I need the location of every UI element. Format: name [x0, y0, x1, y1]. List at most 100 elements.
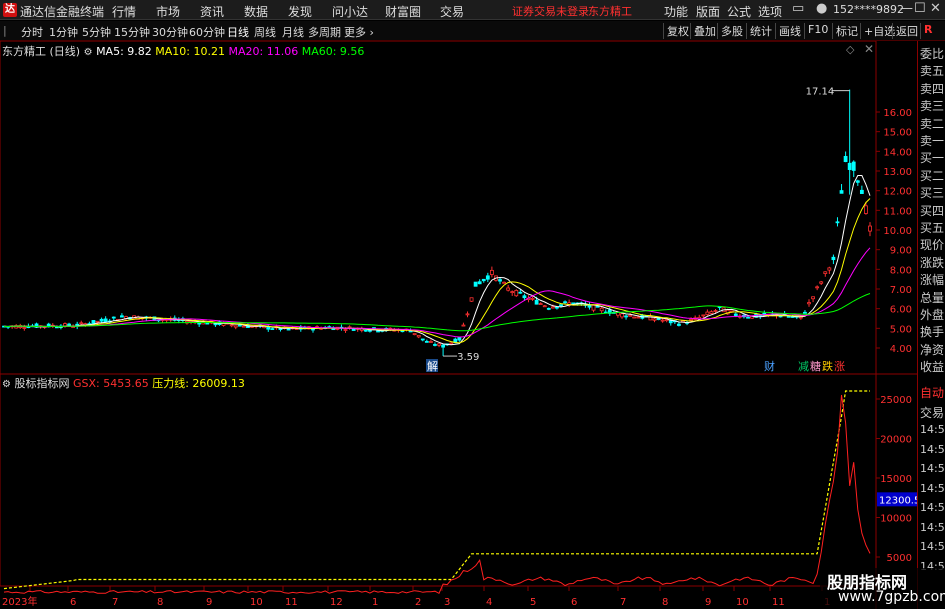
period-tab-bar: | 分时 1分钟 5分钟 15分钟 30分钟 60分钟 日线 周线 月线 多周期… — [0, 21, 945, 41]
tab-period-monthly[interactable]: 月线 — [282, 24, 304, 40]
menu-item-trade[interactable]: 交易 — [440, 3, 464, 20]
restore-icon[interactable]: ▭ — [792, 1, 804, 16]
overlay-button[interactable]: 叠加 — [690, 23, 716, 39]
f10-button[interactable]: F10 — [804, 23, 828, 39]
candle-body — [510, 291, 515, 294]
account-id[interactable]: 152****9892 — [833, 3, 904, 16]
candle-body — [103, 318, 108, 323]
kline-chart[interactable]: 16.0015.0014.0013.0012.0011.0010.009.008… — [0, 41, 917, 609]
user-icon[interactable]: ● — [816, 1, 827, 16]
price-tick-label: 16.00 — [883, 108, 912, 119]
candle-body — [542, 305, 547, 308]
menu-item-options[interactable]: 选项 — [758, 3, 782, 20]
quote-label: 卖三 — [920, 99, 945, 114]
pledge-marker[interactable]: 糖 — [810, 359, 821, 373]
menu-item-news[interactable]: 资讯 — [200, 3, 224, 20]
price-tick-label: 14.00 — [883, 147, 912, 158]
tab-period-daily[interactable]: 日线 — [227, 24, 249, 40]
auto-trade-tab[interactable]: 自动 — [920, 384, 944, 401]
back-button[interactable]: 返回 — [892, 23, 918, 39]
unlock-marker[interactable]: 解 — [427, 359, 438, 373]
candle-body — [746, 316, 750, 319]
quote-label: 净资 — [920, 342, 945, 357]
plot-frame — [0, 41, 877, 587]
tab-period-5min[interactable]: 5分钟 — [82, 24, 111, 40]
tab-period-more[interactable]: 更多 › — [344, 24, 374, 40]
tick-time: 14:56 — [920, 501, 945, 514]
candle-body — [465, 313, 470, 316]
candle-body — [628, 314, 633, 317]
candle-body — [859, 189, 864, 194]
price-tick-label: 6.00 — [890, 305, 912, 316]
quote-label: 买五 — [920, 221, 945, 235]
menu-item-ask[interactable]: 问小达 — [332, 3, 368, 20]
candle-body — [518, 291, 523, 294]
x-tick-label: 6 — [571, 597, 577, 608]
candle-body — [522, 295, 527, 299]
tab-period-weekly[interactable]: 周线 — [254, 24, 276, 40]
tab-period-1min[interactable]: 1分钟 — [49, 24, 78, 40]
tab-period-multi[interactable]: 多周期 — [308, 24, 341, 40]
candle-body — [437, 343, 441, 346]
candle-body — [807, 302, 811, 305]
candle-body — [636, 316, 641, 319]
candle-body — [368, 329, 372, 332]
tab-period-60min[interactable]: 60分钟 — [189, 24, 225, 40]
rise-marker[interactable]: 涨 — [834, 360, 845, 373]
maximize-icon[interactable]: ☐ — [914, 1, 926, 16]
menu-item-markets[interactable]: 市场 — [156, 3, 180, 20]
candle-body — [457, 337, 462, 341]
candle-body — [864, 205, 868, 214]
draw-line-button[interactable]: 画线 — [775, 23, 801, 39]
candle-body — [550, 306, 555, 309]
drop-marker[interactable]: 跌 — [822, 359, 833, 373]
watermark: 股朋指标网 www.7gpzb.com — [820, 568, 945, 609]
candle-body — [664, 319, 669, 322]
statistics-button[interactable]: 统计 — [746, 23, 772, 39]
indicator-tick-label: 20000 — [880, 435, 912, 446]
app-logo-icon: 达 — [3, 3, 17, 17]
tab-period-15min[interactable]: 15分钟 — [114, 24, 150, 40]
menu-item-market[interactable]: 行情 — [112, 3, 136, 20]
indicator-tick-label: 10000 — [880, 514, 912, 525]
candle-body — [477, 281, 482, 285]
high-price-label: 17.14 — [806, 87, 835, 98]
candle-body — [599, 307, 604, 312]
quote-label: 总量 — [920, 290, 945, 305]
candle-body — [351, 328, 356, 331]
candle-body — [412, 333, 417, 336]
candle-body — [648, 315, 653, 321]
mark-button[interactable]: 标记 — [832, 23, 858, 39]
watermark-url: www.7gpzb.com — [838, 589, 945, 605]
menu-item-function[interactable]: 功能 — [664, 3, 688, 20]
finance-marker[interactable]: 财 — [764, 359, 775, 373]
menu-item-layout[interactable]: 版面 — [696, 3, 720, 20]
close-icon[interactable]: ✕ — [930, 1, 941, 16]
candle-body — [851, 161, 856, 171]
x-tick-label: 8 — [157, 597, 163, 608]
menu-item-formula[interactable]: 公式 — [727, 3, 751, 20]
login-notice[interactable]: 证券交易未登录 — [512, 3, 589, 19]
adjust-button[interactable]: 复权 — [663, 23, 689, 39]
multi-stock-button[interactable]: 多股 — [717, 23, 743, 39]
tab-period-intraday[interactable]: 分时 — [21, 24, 43, 40]
x-tick-label: 5 — [530, 597, 536, 608]
trade-tab[interactable]: 交易 — [920, 404, 944, 421]
tab-period-30min[interactable]: 30分钟 — [152, 24, 188, 40]
candle-body — [489, 269, 494, 275]
menu-item-wealth[interactable]: 财富圈 — [385, 3, 421, 20]
candle-body — [469, 297, 474, 302]
candle-body — [839, 190, 844, 194]
right-panel-toggle-button[interactable]: R — [920, 23, 932, 39]
add-watchlist-button[interactable]: +自选 — [860, 23, 895, 39]
candle-body — [376, 330, 380, 333]
candle-body — [555, 306, 559, 309]
minimize-icon[interactable]: — — [900, 1, 913, 16]
candle-body — [461, 324, 466, 327]
menu-item-data[interactable]: 数据 — [244, 3, 268, 20]
x-tick-label: 9 — [206, 597, 212, 608]
x-tick-label: 8 — [662, 597, 668, 608]
reduce-marker[interactable]: 减 — [798, 360, 809, 373]
candle-body — [705, 311, 710, 315]
menu-item-discover[interactable]: 发现 — [288, 3, 312, 20]
